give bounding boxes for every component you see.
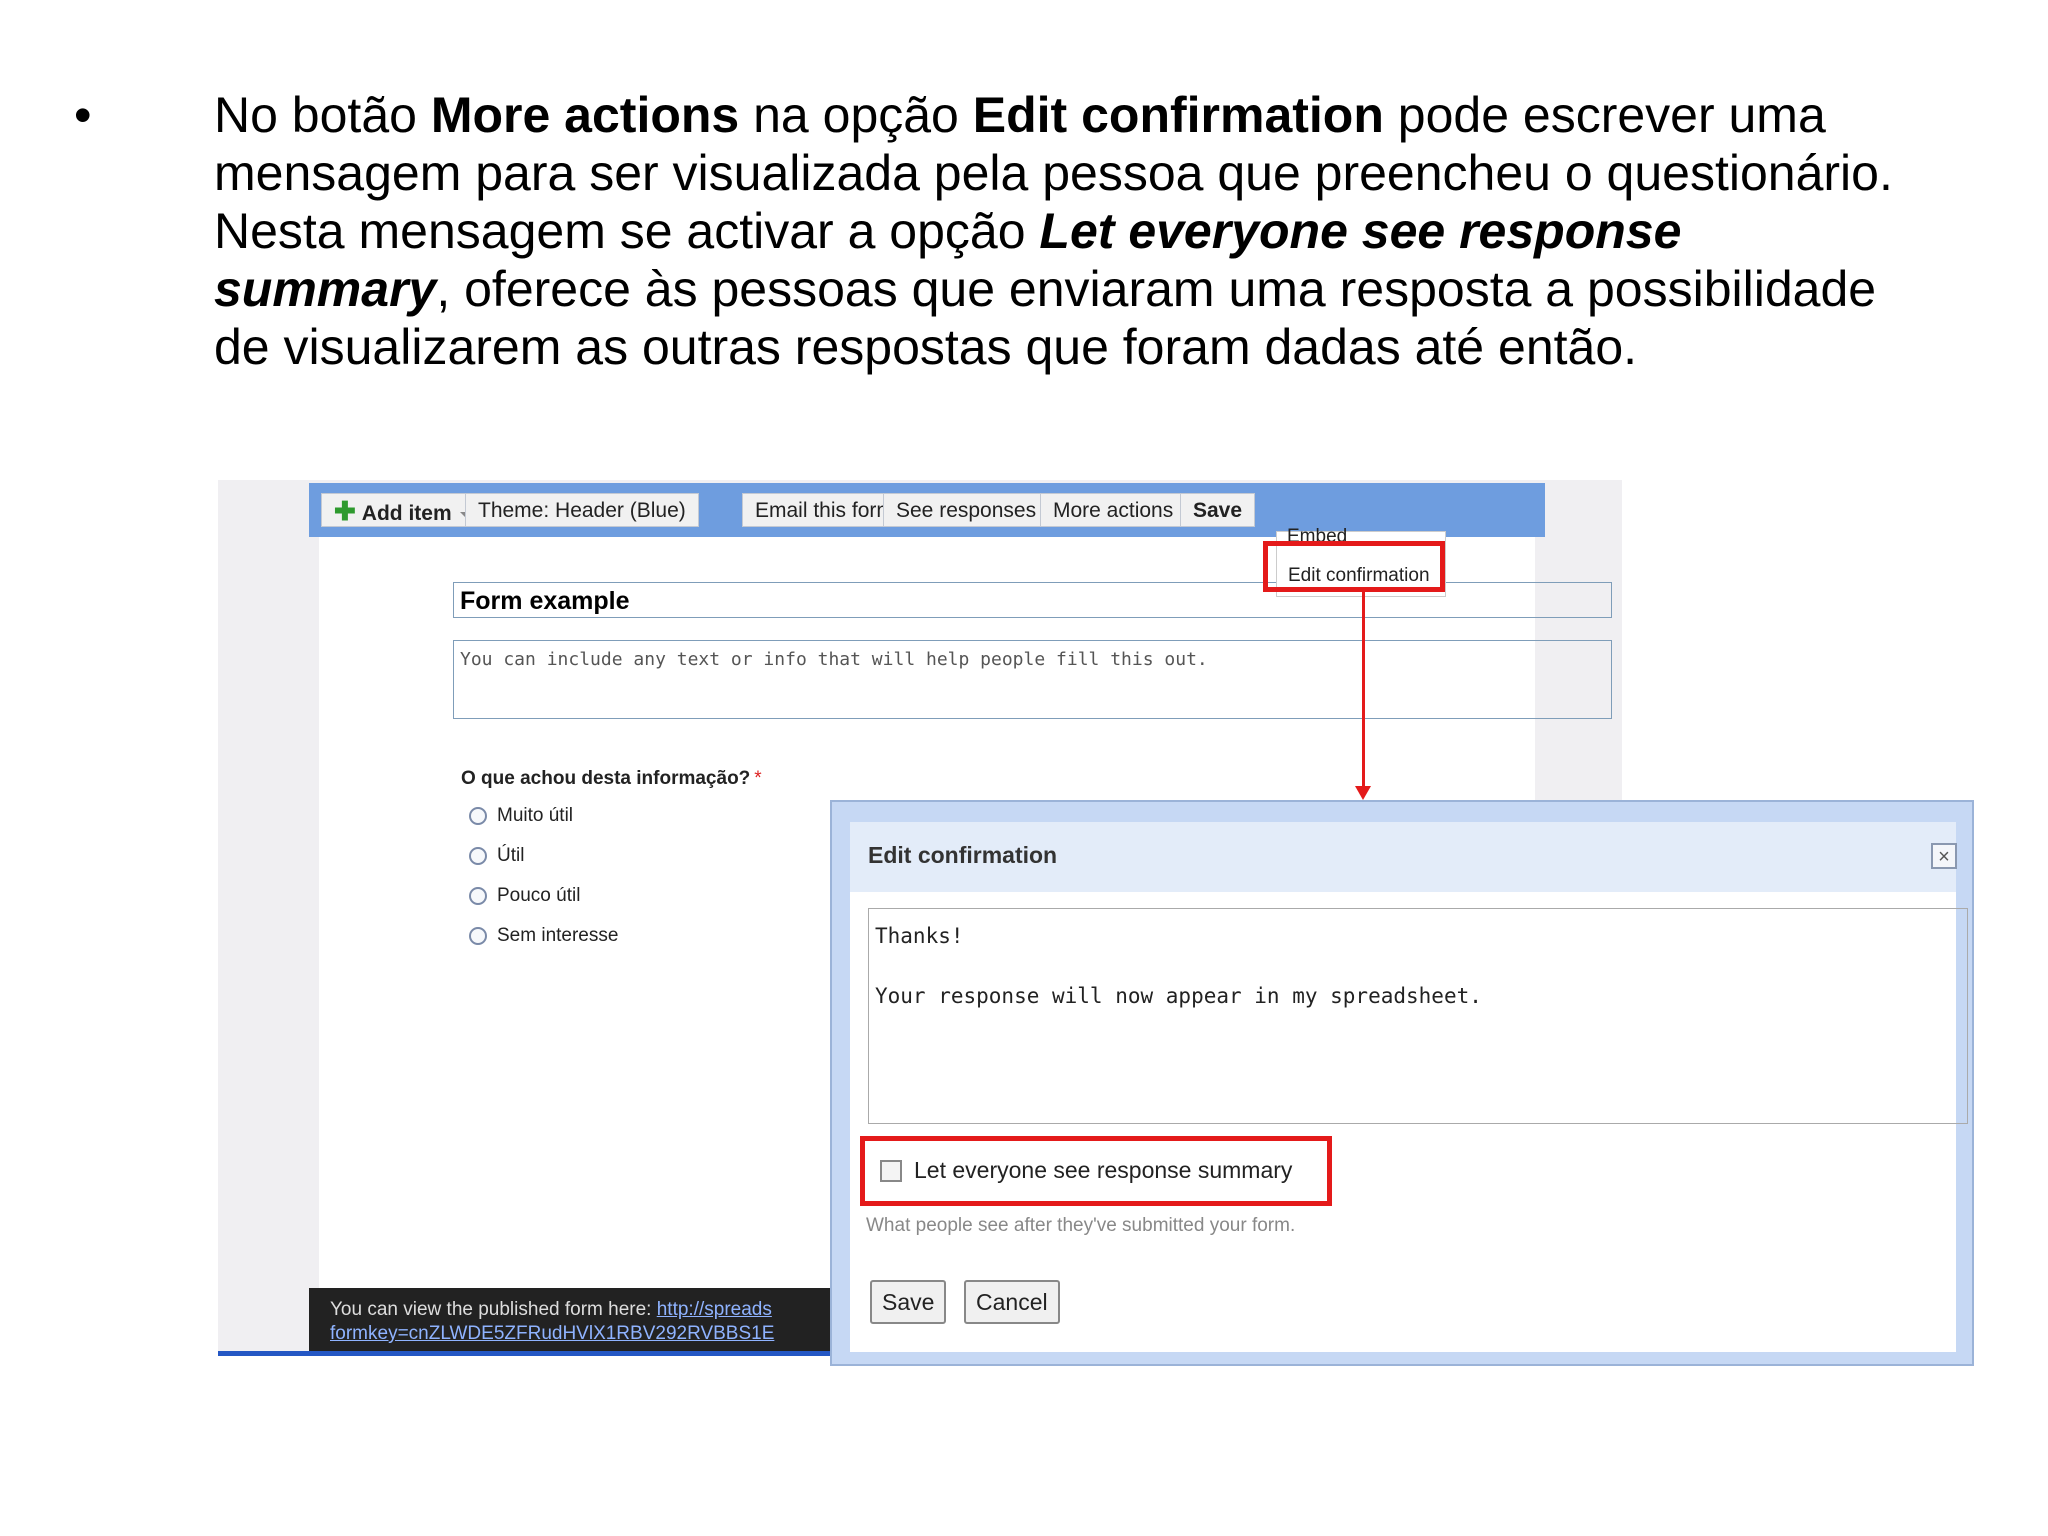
option-util[interactable]: Útil — [469, 845, 524, 867]
theme-button[interactable]: Theme: Header (Blue) — [465, 493, 699, 527]
radio-icon[interactable] — [469, 926, 487, 945]
text-part-1: No botão — [214, 87, 431, 143]
published-label: You can view the published form here: — [330, 1299, 652, 1320]
bullet-mark: • — [74, 87, 92, 143]
callout-arrow — [1362, 592, 1365, 790]
divider — [218, 1351, 918, 1356]
option-label: Muito útil — [497, 805, 574, 826]
instruction-paragraph: No botão More actions na opção Edit conf… — [214, 86, 1894, 376]
bold-more-actions: More actions — [430, 87, 740, 143]
option-muito-util[interactable]: Muito útil — [469, 805, 573, 827]
option-sem-interesse[interactable]: Sem interesse — [469, 925, 618, 947]
save-button[interactable]: Save — [1180, 493, 1256, 527]
highlight-box-menu — [1263, 541, 1445, 592]
close-icon[interactable]: × — [1931, 843, 1957, 869]
option-label: Útil — [497, 845, 525, 866]
option-label: Sem interesse — [497, 925, 619, 946]
dialog-save-button[interactable]: Save — [870, 1280, 947, 1324]
option-pouco-util[interactable]: Pouco útil — [469, 885, 580, 907]
published-link-formkey[interactable]: formkey=cnZLWDE5ZFRudHVlX1RBV292RVBBS1E — [330, 1323, 774, 1344]
dialog-cancel-button[interactable]: Cancel — [964, 1280, 1060, 1324]
editor-toolbar: ✚ Add item Theme: Header (Blue) Email thi… — [309, 483, 1545, 537]
response-summary-checkbox[interactable] — [880, 1160, 902, 1182]
dialog-title: Edit confirmation — [868, 842, 1058, 868]
published-form-bar: You can view the published form here: ht… — [309, 1288, 909, 1356]
checkbox-label: Let everyone see response summary — [914, 1157, 1293, 1183]
question-text: O que achou desta informação? — [461, 768, 751, 789]
arrow-head-icon — [1355, 786, 1371, 800]
form-description-input[interactable]: You can include any text or info that wi… — [453, 640, 1612, 719]
radio-icon[interactable] — [469, 886, 487, 905]
dialog-body: Edit confirmation × Thanks! Your respons… — [850, 822, 1968, 1352]
text-part-4: , oferece às pessoas que enviaram uma re… — [214, 261, 1877, 375]
option-label: Pouco útil — [497, 885, 581, 906]
radio-icon[interactable] — [469, 806, 487, 825]
radio-icon[interactable] — [469, 846, 487, 865]
published-link[interactable]: http://spreads — [657, 1299, 772, 1320]
bold-edit-confirmation: Edit confirmation — [972, 87, 1384, 143]
required-mark: * — [754, 768, 762, 789]
add-item-button[interactable]: ✚ Add item — [321, 493, 483, 527]
plus-icon: ✚ — [334, 496, 356, 526]
dialog-hint: What people see after they've submitted … — [866, 1215, 1296, 1236]
confirmation-message-input[interactable]: Thanks! Your response will now appear in… — [868, 908, 1968, 1124]
text-part-2: na opção — [739, 87, 973, 143]
question-label: O que achou desta informação? * — [461, 768, 762, 790]
dialog-header: Edit confirmation × — [850, 822, 1957, 892]
